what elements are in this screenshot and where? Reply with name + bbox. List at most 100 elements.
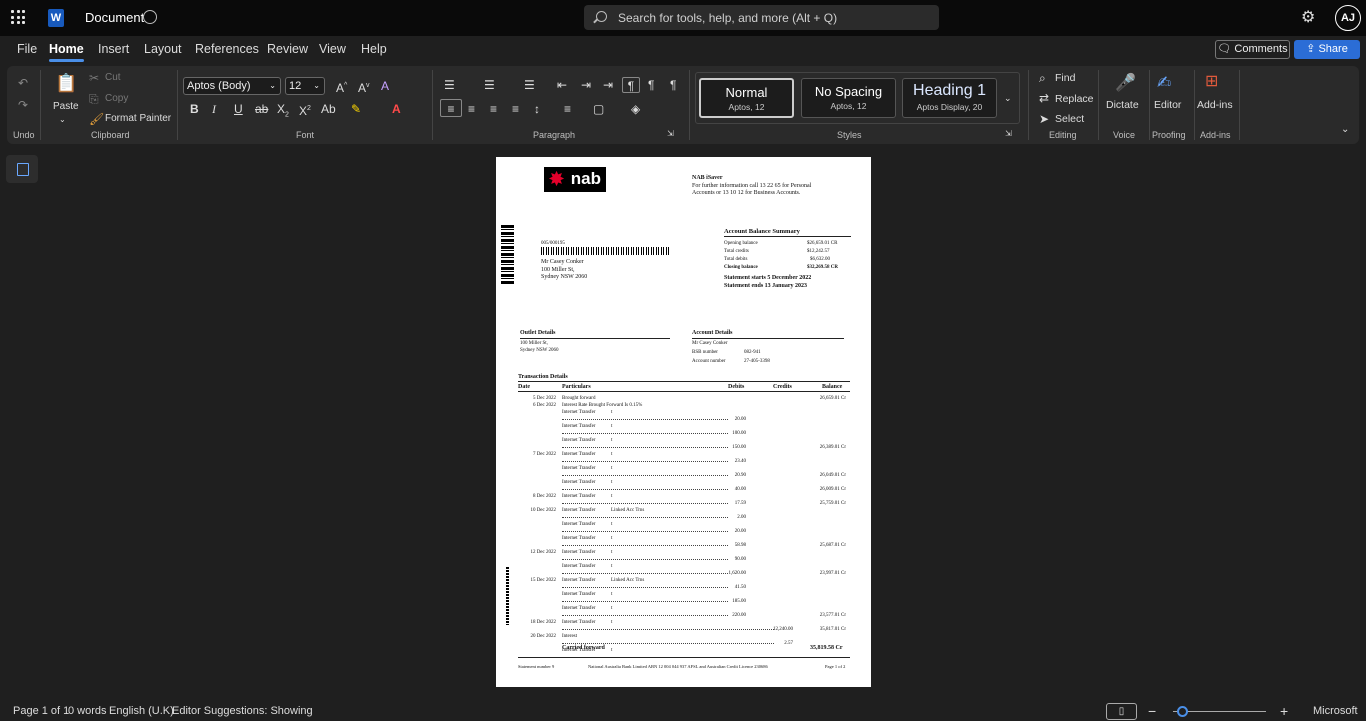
copy-button[interactable]: Copy (105, 93, 128, 104)
style-normal[interactable]: Normal Aptos, 12 (699, 78, 794, 118)
tab-review[interactable]: Review (267, 42, 308, 56)
gear-icon[interactable]: ⚙ (1301, 10, 1317, 26)
clear-format-icon[interactable]: A (381, 80, 389, 92)
rtl-icon[interactable]: ¶ (622, 77, 640, 93)
font-color-icon[interactable]: A (392, 103, 401, 115)
tab-insert[interactable]: Insert (98, 42, 129, 56)
styles-dialog-icon[interactable]: ⇲ (1005, 128, 1012, 140)
dictate-button[interactable]: Dictate (1106, 99, 1139, 111)
styles-expand-icon[interactable]: ⌄ (1004, 92, 1012, 104)
avatar[interactable]: AJ (1335, 5, 1361, 31)
tx-credit: 2.57 (784, 641, 793, 646)
ribbon: ↶ ↷ Undo 📋 Paste ⌄ ✂ Cut ⎘ Copy 🖌 Format… (7, 66, 1359, 144)
zoom-out-icon[interactable]: − (1148, 703, 1156, 719)
italic-icon[interactable]: I (212, 103, 216, 115)
proofing-group-label: Proofing (1152, 130, 1186, 140)
find-icon: ⌕ (1039, 71, 1046, 85)
tx-reference: t (611, 480, 613, 485)
print-layout-icon[interactable]: ▯ (1106, 703, 1137, 720)
editor-button[interactable]: Editor (1154, 99, 1181, 111)
align-right-icon[interactable]: ≡ (490, 103, 497, 115)
replace-button[interactable]: Replace (1055, 93, 1094, 105)
increase-indent-icon[interactable]: ⇥ (581, 79, 591, 91)
tx-date: 15 Dec 2022 (530, 578, 556, 583)
header-info-line2: Accounts or 13 10 12 for Business Accoun… (692, 190, 801, 196)
tx-balance: 25,687.01 Cr (819, 543, 846, 548)
grow-font-icon[interactable]: A^ (336, 80, 347, 94)
underline-icon[interactable]: U (234, 103, 243, 115)
statement-starts: Statement starts 5 December 2022 (724, 275, 812, 281)
zoom-slider-knob[interactable] (1177, 706, 1188, 717)
justify-icon[interactable]: ≡ (512, 103, 519, 115)
status-language[interactable]: English (U.K) (109, 705, 174, 717)
status-page[interactable]: Page 1 of 1 (13, 705, 69, 717)
ltr-icon[interactable]: ⇥ (603, 79, 613, 91)
find-button[interactable]: Find (1055, 72, 1075, 84)
add-ins-button[interactable]: Add-ins (1197, 99, 1233, 111)
zoom-in-icon[interactable]: + (1280, 703, 1288, 719)
font-size-select[interactable]: 12 ⌄ (285, 77, 325, 95)
bold-icon[interactable]: B (190, 103, 199, 115)
tab-layout[interactable]: Layout (144, 42, 182, 56)
share-button[interactable]: ⇪ Share (1294, 40, 1360, 59)
tab-home[interactable]: Home (49, 42, 84, 62)
strikethrough-icon[interactable]: ab (255, 103, 268, 115)
paste-icon[interactable]: 📋 (55, 74, 77, 92)
superscript-icon[interactable]: X2 (299, 103, 311, 117)
ribbon-collapse-icon[interactable]: ⌄ (1341, 124, 1349, 136)
paragraph-direction-icon[interactable]: ¶ (648, 79, 654, 91)
subscript-icon[interactable]: X2 (277, 103, 289, 121)
style-no-spacing-name: No Spacing (814, 84, 883, 99)
tab-help[interactable]: Help (361, 42, 387, 56)
shrink-font-icon[interactable]: Av (358, 80, 370, 94)
status-editor-suggestions[interactable]: Editor Suggestions: Showing (172, 705, 313, 717)
highlight-icon[interactable]: ✎ (351, 103, 361, 115)
undo-group-label: Undo (13, 130, 35, 140)
align-center-icon[interactable]: ≡ (468, 103, 475, 115)
document-title[interactable]: Document (85, 10, 144, 25)
paragraph-spacing-icon[interactable]: ≡ (564, 103, 571, 115)
line-spacing-icon[interactable]: ↕ (534, 103, 540, 115)
select-button[interactable]: Select (1055, 113, 1084, 125)
cut-button[interactable]: Cut (105, 72, 121, 83)
footer-statement-number: Statement number 9 (518, 664, 555, 669)
app-launcher-icon[interactable] (11, 10, 25, 24)
undo-icon[interactable]: ↶ (18, 77, 28, 89)
comments-button[interactable]: 🗨 Comments (1215, 40, 1290, 59)
tx-debit: 150.00 (732, 445, 746, 450)
font-family-select[interactable]: Aptos (Body) ⌄ (183, 77, 281, 95)
paste-dropdown-icon[interactable]: ⌄ (59, 114, 66, 126)
show-formatting-icon[interactable]: ¶ (670, 79, 676, 91)
decrease-indent-icon[interactable]: ⇤ (557, 79, 567, 91)
tab-view[interactable]: View (319, 42, 346, 56)
status-words[interactable]: 0 words (68, 705, 107, 717)
style-no-spacing[interactable]: No Spacing Aptos, 12 (801, 78, 896, 118)
tx-debit: 20.90 (734, 473, 746, 478)
paragraph-dialog-icon[interactable]: ⇲ (667, 128, 674, 140)
redo-icon[interactable]: ↷ (18, 99, 28, 111)
change-case-icon[interactable]: Ab (321, 103, 336, 115)
tx-reference: t (611, 536, 613, 541)
navigation-pane-button[interactable] (6, 155, 38, 183)
tx-particulars: Internet Transfer (562, 494, 596, 499)
summary-label-0: Opening balance (724, 241, 758, 246)
multilevel-list-icon[interactable]: ☰ (524, 79, 535, 91)
tab-file[interactable]: File (17, 42, 37, 56)
borders-icon[interactable]: ▢ (593, 103, 604, 115)
tab-references[interactable]: References (195, 42, 259, 56)
summary-value-3: $32,269.58 CR (807, 265, 838, 270)
tx-debit: 100.00 (732, 431, 746, 436)
align-left-icon[interactable]: ≡ (440, 99, 462, 117)
format-painter-button[interactable]: Format Painter (105, 113, 171, 124)
document-page[interactable]: ✸ nab NAB iSaver For further information … (496, 157, 871, 687)
shading-icon[interactable]: ◈ (631, 103, 640, 115)
bullets-icon[interactable]: ☰ (444, 79, 455, 91)
numbering-icon[interactable]: ☰ (484, 79, 495, 91)
cut-icon: ✂ (89, 71, 100, 85)
header-info-line1: For further information call 13 22 65 fo… (692, 183, 812, 189)
cloud-saved-icon[interactable] (143, 10, 157, 24)
paste-button[interactable]: Paste (53, 101, 79, 112)
side-barcode (506, 567, 509, 625)
search-box[interactable]: Search for tools, help, and more (Alt + … (584, 5, 939, 30)
style-heading-1[interactable]: Heading 1 Aptos Display, 20 (902, 78, 997, 118)
